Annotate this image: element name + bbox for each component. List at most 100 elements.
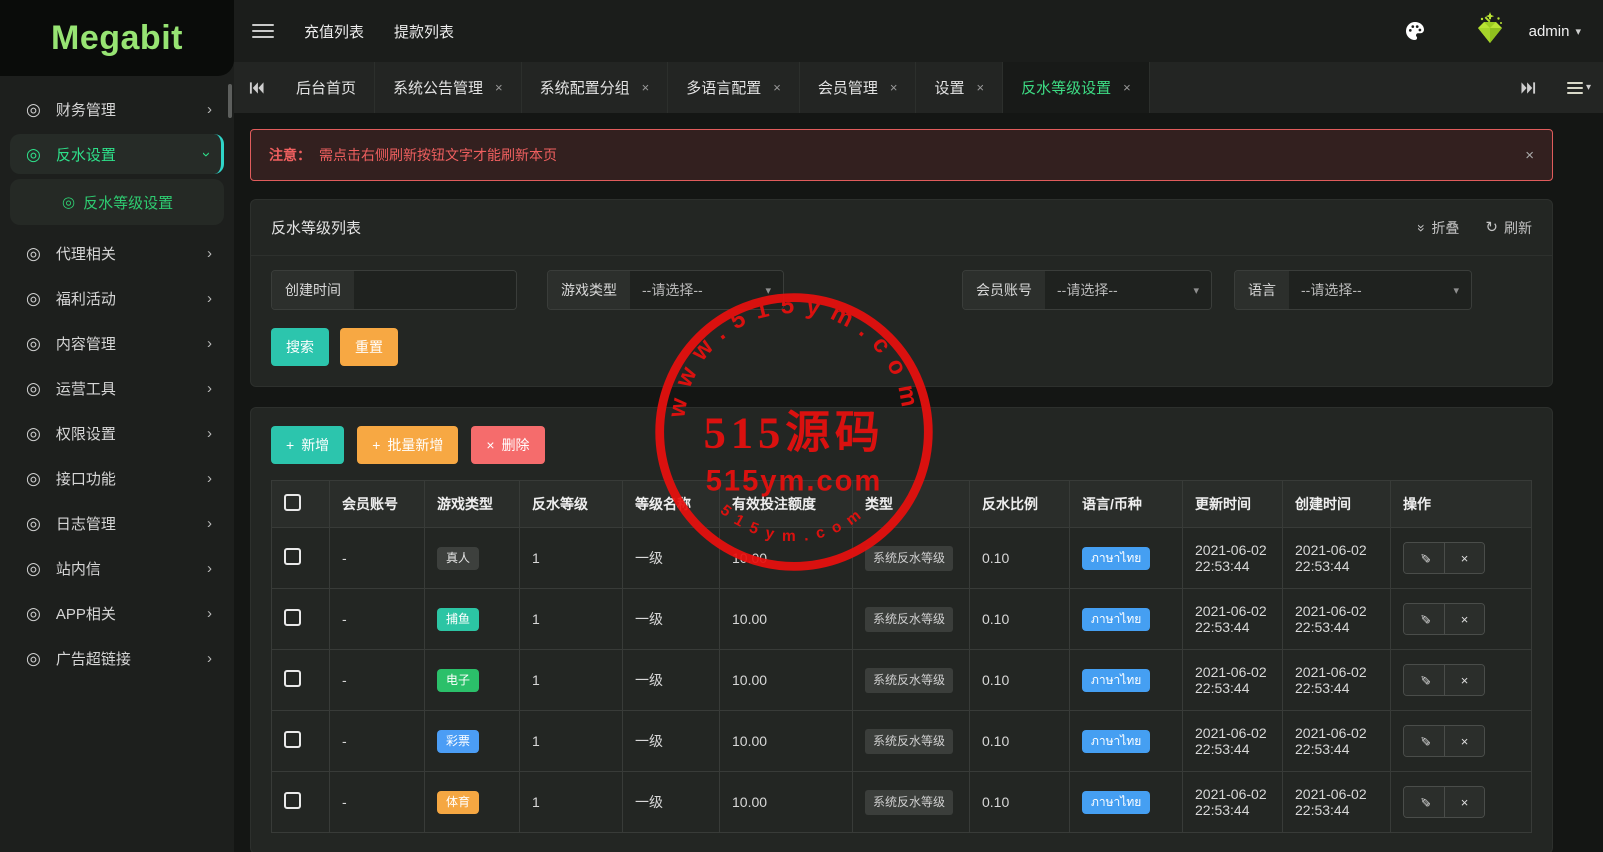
close-icon[interactable]: × [773,81,781,94]
tab-system-announcements[interactable]: 系统公告管理 × [375,62,522,113]
batch-add-button[interactable]: + 批量新增 [357,426,459,464]
sidebar-item-label: 站内信 [55,560,101,578]
cell-member: - [329,649,425,711]
reset-button[interactable]: 重置 [340,328,398,366]
notice-alert: 注意： 需点击右侧刷新按钮文字才能刷新本页 × [250,129,1553,181]
row-checkbox[interactable] [284,609,301,626]
sidebar-item-ad-links[interactable]: ◎ 广告超链接 › [10,638,224,678]
close-icon[interactable]: × [976,81,984,94]
cell-amount: 10.00 [719,710,853,772]
row-checkbox[interactable] [284,670,301,687]
game-type-badge: 体育 [437,790,480,814]
cell-level: 1 [519,588,623,650]
tab-label: 反水等级设置 [1021,80,1112,97]
row-checkbox[interactable] [284,792,301,809]
scroll-tabs-right-icon[interactable] [1507,81,1551,95]
cell-updated: 2021-06-02 22:53:44 [1182,649,1283,711]
table-toolbar: + 新增 + 批量新增 × 删除 [251,408,1552,480]
ring-icon: ◎ [62,193,76,211]
cell-ratio: 0.10 [969,771,1070,833]
theme-palette-icon[interactable] [1403,19,1427,43]
sidebar-item-api[interactable]: ◎ 接口功能 › [10,458,224,498]
sidebar-item-finance[interactable]: ◎ 财务管理 › [10,89,224,129]
col-language-currency: 语言/币种 [1069,480,1183,528]
tab-dashboard[interactable]: 后台首页 [278,62,376,113]
edit-button[interactable]: ✎ [1404,543,1444,573]
add-button[interactable]: + 新增 [271,426,345,464]
language-select[interactable]: --请选择-- ▾ [1289,271,1471,309]
sidebar-item-messages[interactable]: ◎ 站内信 › [10,548,224,588]
tab-label: 多语言配置 [686,80,762,97]
brand-logo: Megabit [0,0,234,76]
create-time-input[interactable] [354,271,516,309]
topnav-withdraw-list[interactable]: 提款列表 [394,21,454,42]
collapse-button[interactable]: » 折叠 [1414,218,1460,238]
panel-title: 反水等级列表 [271,220,362,237]
sidebar-item-agent[interactable]: ◎ 代理相关 › [10,233,224,273]
close-icon[interactable]: × [1525,147,1534,164]
close-icon[interactable]: × [890,81,898,94]
ring-icon: ◎ [26,468,41,488]
scroll-tabs-left-icon[interactable] [234,62,278,113]
edit-button[interactable]: ✎ [1404,726,1444,756]
delete-row-button[interactable]: × [1444,543,1484,573]
tab-multilang-config[interactable]: 多语言配置 × [668,62,800,113]
search-button[interactable]: 搜索 [271,328,329,366]
sidebar-item-label: APP相关 [55,605,116,623]
cell-created: 2021-06-02 22:53:44 [1282,771,1391,833]
select-all-checkbox[interactable] [284,494,301,511]
sidebar-item-label: 权限设置 [55,425,116,443]
chevron-right-icon: › [207,289,212,307]
sidebar-item-app[interactable]: ◎ APP相关 › [10,593,224,633]
close-icon: × [1460,550,1469,566]
user-menu[interactable]: admin ▾ [1529,23,1581,40]
delete-button[interactable]: × 删除 [471,426,545,464]
tab-rebate-level-settings[interactable]: 反水等级设置 × [1003,62,1150,113]
sidebar-subitem-rebate-level-settings[interactable]: ◎ 反水等级设置 [10,179,224,225]
delete-row-button[interactable]: × [1444,787,1484,817]
list-icon [1566,81,1583,94]
type-badge: 系统反水等级 [865,667,954,693]
tab-system-config-groups[interactable]: 系统配置分组 × [522,62,669,113]
filter-label: 语言 [1235,271,1289,309]
sidebar-item-permissions[interactable]: ◎ 权限设置 › [10,413,224,453]
tab-options-menu[interactable]: ▾ [1559,81,1599,94]
sidebar-item-rebate-settings[interactable]: ◎ 反水设置 › [10,134,224,174]
filter-language: 语言 --请选择-- ▾ [1234,270,1472,310]
sidebar-item-label: 广告超链接 [55,650,131,668]
delete-row-button[interactable]: × [1444,604,1484,634]
alert-message: 需点击右侧刷新按钮文字才能刷新本页 [319,147,557,163]
sidebar-item-content[interactable]: ◎ 内容管理 › [10,323,224,363]
delete-row-button[interactable]: × [1444,665,1484,695]
cell-amount: 10.00 [719,588,853,650]
row-checkbox[interactable] [284,731,301,748]
edit-button[interactable]: ✎ [1404,787,1444,817]
row-actions: ✎ × [1403,786,1485,818]
sidebar-scrollbar[interactable] [228,84,232,118]
chevron-down-icon: ▾ [1453,284,1459,297]
game-type-select[interactable]: --请选择-- ▾ [630,271,783,309]
refresh-button[interactable]: ↻ 刷新 [1485,218,1532,238]
tab-member-management[interactable]: 会员管理 × [800,62,917,113]
cell-level-name: 一级 [622,649,720,711]
close-icon[interactable]: × [1123,81,1131,94]
page-content: 注意： 需点击右侧刷新按钮文字才能刷新本页 × 反水等级列表 » 折叠 ↻ 刷新… [234,113,1603,852]
cell-ratio: 0.10 [969,588,1070,650]
row-checkbox[interactable] [284,548,301,565]
topnav-recharge-list[interactable]: 充值列表 [304,21,364,42]
tab-settings[interactable]: 设置 × [916,62,1004,113]
delete-row-button[interactable]: × [1444,726,1484,756]
member-account-select[interactable]: --请选择-- ▾ [1045,271,1211,309]
sidebar-item-logs[interactable]: ◎ 日志管理 › [10,503,224,543]
row-actions: ✎ × [1403,542,1485,574]
close-icon[interactable]: × [495,81,503,94]
edit-button[interactable]: ✎ [1404,604,1444,634]
close-icon[interactable]: × [642,81,650,94]
filter-label: 会员账号 [963,271,1045,309]
user-name: admin [1528,22,1570,40]
vip-gem-icon[interactable] [1469,10,1511,52]
sidebar-item-welfare[interactable]: ◎ 福利活动 › [10,278,224,318]
edit-button[interactable]: ✎ [1404,665,1444,695]
collapse-sidebar-icon[interactable] [252,24,274,38]
sidebar-item-operation-tools[interactable]: ◎ 运营工具 › [10,368,224,408]
